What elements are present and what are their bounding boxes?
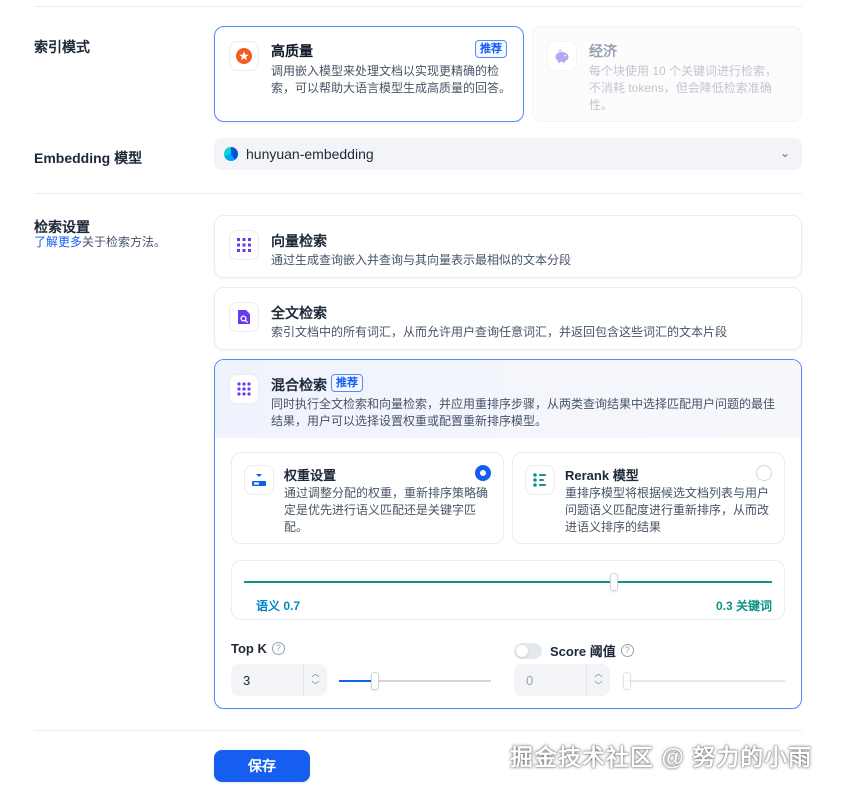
score-threshold-slider-rest [623,680,785,682]
top-k-label: Top K [231,641,267,656]
economy-description: 每个块使用 10 个关键词进行检索，不消耗 tokens，但会降低检索准确性。 [589,64,778,112]
index-mode-label: 索引模式 [34,39,90,55]
hunyuan-logo-icon [224,147,238,161]
top-k-input[interactable]: 3 ︿ ﹀ [231,664,327,696]
high-quality-description: 调用嵌入模型来处理文档以实现更精确的检索，可以帮助大语言模型生成高质量的回答。 [271,64,512,95]
top-k-slider-rest [375,680,491,682]
weight-slider-box: 语义 0.7 0.3 关键词 [231,560,785,620]
balance-icon [244,465,274,495]
embedding-model-value: hunyuan-embedding [246,146,374,162]
watermark: 掘金技术社区 @ 努力的小雨 [510,744,813,770]
chevron-down-icon[interactable]: ﹀ [595,680,603,692]
score-threshold-stepper[interactable]: ︿ ﹀ [586,664,610,696]
help-icon[interactable]: ? [620,644,634,657]
footer-divider [34,730,802,731]
fulltext-search-description: 索引文档中的所有词汇，从而允许用户查询任意词汇，并返回包含这些词汇的文本片段 [271,325,728,339]
score-threshold-slider[interactable] [623,672,785,690]
help-icon[interactable]: ? [271,642,285,655]
vector-search-description: 通过生成查询嵌入并查询与其向量表示最相似的文本分段 [271,253,572,267]
vector-search-title: 向量检索 [271,233,327,249]
top-divider [34,6,802,7]
fulltext-search-title: 全文检索 [271,305,327,321]
hybrid-search-title: 混合检索 [271,377,327,393]
hybrid-search-card[interactable]: 混合检索 推荐 同时执行全文检索和向量检索，并应用重排序步骤，从两类查询结果中选… [214,359,802,709]
rerank-icon [525,465,555,495]
recommended-badge: 推荐 [475,40,507,58]
document-search-icon [229,302,259,332]
chevron-down-icon: ⌄ [779,146,790,160]
chevron-up-icon[interactable]: ︿ [595,668,603,680]
chevron-down-icon[interactable]: ﹀ [312,680,320,692]
top-k-slider[interactable] [339,672,491,690]
star-icon [229,41,259,71]
rerank-model-radio[interactable] [756,465,772,481]
top-k-value: 3 [243,672,251,688]
top-k-stepper[interactable]: ︿ ﹀ [303,664,327,696]
vector-search-card[interactable]: 向量检索 通过生成查询嵌入并查询与其向量表示最相似的文本分段 [214,215,802,278]
learn-more-link[interactable]: 了解更多 [34,235,82,249]
keyword-weight-label: 0.3 关键词 [715,599,772,613]
score-threshold-label-row: Score 阈值 ? [514,641,634,660]
rerank-model-title: Rerank 模型 [565,468,639,483]
fulltext-search-card[interactable]: 全文检索 索引文档中的所有词汇，从而允许用户查询任意词汇，并返回包含这些词汇的文… [214,287,802,350]
learn-more-suffix: 关于检索方法。 [82,235,167,249]
weight-settings-option[interactable]: 权重设置 通过调整分配的权重，重新排序策略确定是优先进行语义匹配还是关键字匹配。 [231,452,504,544]
score-threshold-input[interactable]: 0 ︿ ﹀ [514,664,610,696]
weight-settings-radio[interactable] [475,465,491,481]
chevron-up-icon[interactable]: ︿ [312,668,320,680]
rerank-model-option[interactable]: Rerank 模型 重排序模型将根据候选文档列表与用户问题语义匹配度进行重新排序… [512,452,785,544]
economy-title: 经济 [589,43,617,59]
index-mode-high-quality-card[interactable]: 高质量 推荐 调用嵌入模型来处理文档以实现更精确的检索，可以帮助大语言模型生成高… [214,26,524,122]
dots-grid-icon [229,374,259,404]
hybrid-search-description: 同时执行全文检索和向量检索，并应用重排序步骤，从两类查询结果中选择匹配用户问题的… [271,397,776,428]
score-threshold-value: 0 [526,672,534,688]
save-button[interactable]: 保存 [214,750,310,782]
retrieval-settings-help: 了解更多关于检索方法。 [34,233,166,250]
top-k-slider-fill [339,680,376,682]
weight-slider-thumb[interactable] [609,573,618,591]
embedding-model-select[interactable]: hunyuan-embedding ⌄ [214,138,802,170]
grid-icon [229,230,259,260]
high-quality-title: 高质量 [271,43,313,59]
recommended-badge: 推荐 [331,374,363,392]
weight-settings-description: 通过调整分配的权重，重新排序策略确定是优先进行语义匹配还是关键字匹配。 [284,486,489,534]
top-k-label-row: Top K ? [231,641,285,656]
score-threshold-slider-thumb[interactable] [623,672,631,690]
section-divider [34,193,802,194]
score-threshold-label: Score 阈值 [550,644,616,659]
weight-settings-title: 权重设置 [284,468,337,483]
semantic-weight-label: 语义 0.7 [256,599,301,613]
piggy-bank-icon [547,41,577,71]
index-mode-economy-card[interactable]: 经济 每个块使用 10 个关键词进行检索，不消耗 tokens，但会降低检索准确… [532,26,802,122]
embedding-model-label: Embedding 模型 [34,150,143,166]
rerank-model-description: 重排序模型将根据候选文档列表与用户问题语义匹配度进行重新排序，从而改进语义排序的… [565,486,770,534]
score-threshold-toggle[interactable] [514,642,542,659]
top-k-slider-thumb[interactable] [371,672,380,690]
weight-slider-track[interactable] [244,581,772,583]
